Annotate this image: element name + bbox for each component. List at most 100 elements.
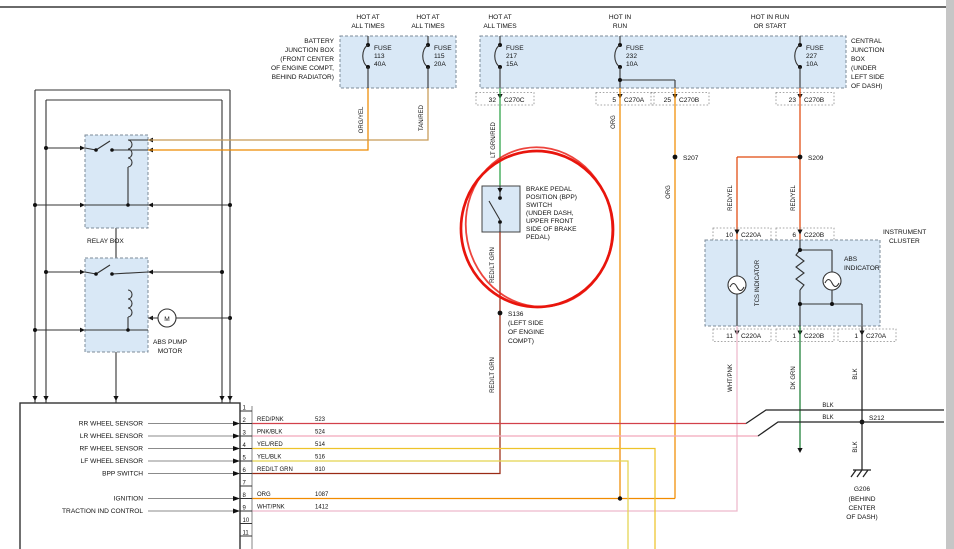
feed-label: HOT IN [609,14,631,21]
ground-location: OF DASH) [846,514,878,521]
circuit-number: 810 [315,467,326,473]
wire-label-blk: BLK [822,403,833,409]
wire-label-org: ORG [611,115,617,129]
input-label: LR WHEEL SENSOR [80,433,143,440]
ground-location: CENTER [848,505,875,512]
connector-name: C220B [804,232,825,239]
battery-box-label: BEHIND RADIATOR) [272,74,334,81]
fuse-label: 15A [506,61,518,68]
fuse-label: 20A [434,61,446,68]
pin-number: 10 [243,518,250,524]
connector-pin: 6 [792,232,796,239]
right-gutter [946,0,954,549]
feed-label: HOT AT [488,14,511,21]
connector-name: C220A [741,333,762,340]
connector-name: C270B [679,97,700,104]
bpp-switch-label: BRAKE PEDAL [526,186,572,193]
connector-pin: 1 [792,333,796,340]
connector-name: C270A [866,333,887,340]
connector-pin: 23 [789,97,797,104]
connector-pin: 11 [726,333,733,340]
central-box-label: BOX [851,56,866,63]
fuse-label: FUSE [506,45,524,52]
fuse-label: 40A [374,61,386,68]
wire-color-code: PNK/BLK [257,430,282,436]
feed-label: RUN [613,23,628,30]
connector-pin: 25 [664,97,672,104]
battery-box-label: JUNCTION BOX [285,47,335,54]
connector-pin: 32 [489,97,497,104]
fuse-label: 227 [806,53,817,60]
circuit-number: 1087 [315,492,329,498]
wire-label-red-lt-grn: RED/LT GRN [490,357,496,393]
wire-color-code: ORG [257,492,271,498]
connector-pin: 10 [726,232,734,239]
wire-label-red-lt-grn: RED/LT GRN [490,247,496,283]
pump-motor-label: MOTOR [158,348,183,355]
feed-label: OR START [754,23,787,30]
relay-box-label: RELAY BOX [87,238,124,245]
wiring-diagram: HOT AT ALL TIMES HOT AT ALL TIMES HOT AT… [0,0,954,549]
input-label: RF WHEEL SENSOR [79,446,143,453]
fuse-label: 10A [806,61,818,68]
splice-location: COMPT) [508,338,534,345]
fuse-label: 10A [626,61,638,68]
splice-location: OF ENGINE [508,329,545,336]
connector-name: C220B [804,333,825,340]
connector-pin: 5 [612,97,616,104]
central-box-label: JUNCTION [851,47,885,54]
bpp-switch-label: SIDE OF BRAKE [526,226,577,233]
wire-label-org: ORG [666,185,672,199]
pump-motor-label: ABS PUMP [153,339,188,346]
wire-label-tan-red: TAN/RED [419,104,425,131]
fuse-label: FUSE [434,45,452,52]
fuse-label: 115 [434,53,445,60]
bpp-switch-label: PEDAL) [526,234,550,241]
cluster-label: INSTRUMENT [883,229,926,236]
pin-number: 11 [243,531,250,537]
feed-label: ALL TIMES [483,23,517,30]
wire-label-red-yel: RED/YEL [791,185,797,211]
motor-symbol: M [164,316,170,323]
splice-location: (LEFT SIDE [508,320,544,327]
circuit-number: 516 [315,455,326,461]
feed-label: ALL TIMES [351,23,385,30]
connector-name: C220A [741,232,762,239]
input-label: IGNITION [114,496,144,503]
wire-label-blk: BLK [853,441,859,452]
input-label: TRACTION IND CONTROL [62,508,143,515]
fuse-label: 217 [506,53,517,60]
feed-label: HOT AT [416,14,439,21]
fuse-label: 232 [626,53,637,60]
central-box-label: OF DASH) [851,83,883,90]
wiring-diagram-page: HOT AT ALL TIMES HOT AT ALL TIMES HOT AT… [0,0,954,549]
battery-box-label: BATTERY [304,38,334,45]
feed-label: ALL TIMES [411,23,445,30]
wire-color-code: YEL/RED [257,442,283,448]
bpp-switch-label: SWITCH [526,202,552,209]
connector-name: C270B [804,97,825,104]
bpp-switch-label: UPPER FRONT [526,218,573,225]
connector-name: C270C [504,97,525,104]
splice-label: S136 [508,311,524,318]
ground-location: (BEHIND [848,496,875,503]
central-box-label: LEFT SIDE [851,74,885,81]
connector-pin: 1 [854,333,858,340]
fuse-label: FUSE [806,45,824,52]
input-label: LF WHEEL SENSOR [81,458,144,465]
abs-indicator-label: INDICATOR [844,265,880,272]
wire-label-dk-grn: DK GRN [791,366,797,389]
wire-color-code: WHT/PNK [257,505,285,511]
wire-label-wht-pnk: WHT/PNK [728,364,734,392]
splice-label: S212 [869,415,885,422]
circuit-number: 1412 [315,505,329,511]
ground-label: G206 [854,486,870,493]
splice-label: S207 [683,155,699,162]
bpp-switch-box [482,186,520,232]
central-junction-box: CENTRAL JUNCTION BOX (UNDER LEFT SIDE OF… [480,36,885,90]
wire-label-blk: BLK [853,368,859,379]
fuse-label: FUSE [626,45,644,52]
circuit-number: 523 [315,417,326,423]
wire-label-org-yel: ORG/YEL [359,106,365,133]
bpp-switch-label: (UNDER DASH, [526,210,574,217]
